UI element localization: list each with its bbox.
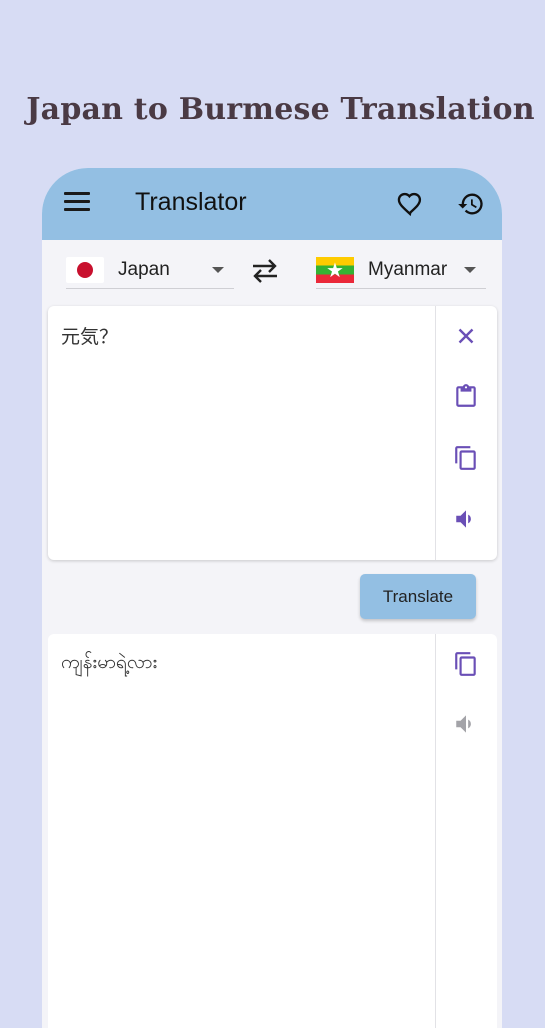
output-text: ကျန်းမာရဲ့လား <box>61 651 158 673</box>
source-language-dropdown[interactable]: Japan <box>66 252 234 289</box>
menu-icon[interactable] <box>64 192 90 214</box>
volume-icon[interactable] <box>453 711 479 737</box>
input-text-field[interactable]: 元気？ <box>61 322 427 349</box>
chevron-down-icon <box>464 267 476 273</box>
target-language-name: Myanmar <box>368 259 448 280</box>
promo-title: Japan to Burmese Translation <box>26 92 535 127</box>
close-icon[interactable] <box>453 323 479 349</box>
source-language-name: Japan <box>118 259 170 280</box>
divider <box>435 306 436 560</box>
japan-flag <box>66 257 104 283</box>
app-screen: Translator Japan ★ Myanmar 元気？ Translate… <box>42 168 502 1028</box>
divider <box>435 634 436 1028</box>
language-selector-row: Japan ★ Myanmar <box>42 240 502 306</box>
swap-arrows-icon[interactable] <box>250 257 280 285</box>
app-title: Translator <box>135 188 247 216</box>
clipboard-icon[interactable] <box>453 383 479 409</box>
input-card: 元気？ <box>48 306 497 560</box>
output-card: ကျန်းမာရဲ့လား <box>48 634 497 1028</box>
volume-icon[interactable] <box>453 506 479 532</box>
chevron-down-icon <box>212 267 224 273</box>
translate-button[interactable]: Translate <box>360 574 476 619</box>
app-bar: Translator <box>42 168 502 240</box>
copy-icon[interactable] <box>453 445 479 471</box>
target-language-dropdown[interactable]: ★ Myanmar <box>316 252 486 289</box>
myanmar-flag: ★ <box>316 257 354 283</box>
copy-icon[interactable] <box>453 651 479 677</box>
history-icon[interactable] <box>457 190 485 218</box>
heart-outline-icon[interactable] <box>396 190 424 218</box>
